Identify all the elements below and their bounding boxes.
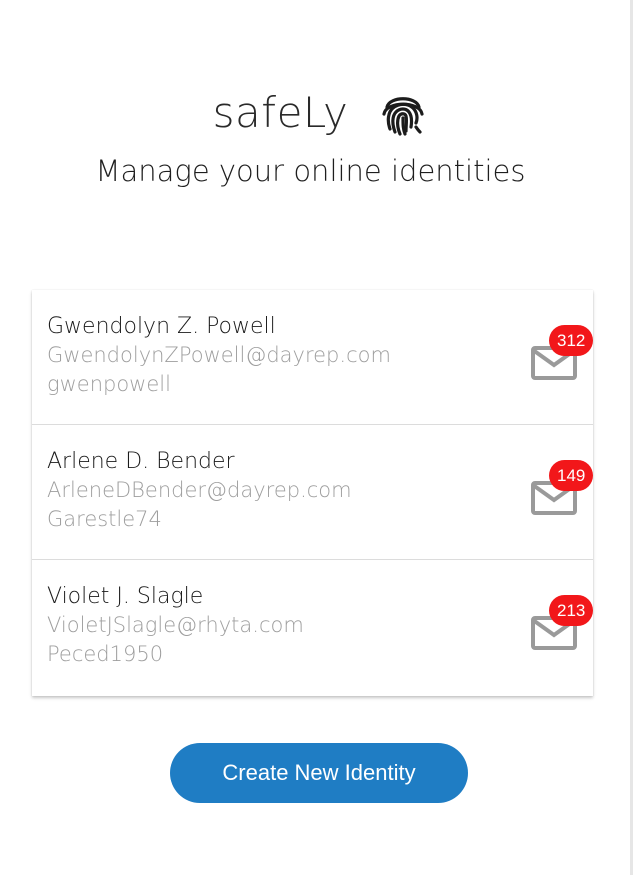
unread-count-badge: 213 <box>549 595 594 626</box>
identity-username: Peced1950 <box>47 642 164 666</box>
identity-name: Arlene D. Bender <box>47 449 235 474</box>
identity-name: Gwendolyn Z. Powell <box>47 314 276 339</box>
mail-button[interactable]: 149 <box>531 460 594 515</box>
identity-email: VioletJSlagle@rhyta.com <box>47 613 304 637</box>
unread-count-badge: 149 <box>549 460 594 491</box>
identity-list: Gwendolyn Z. Powell GwendolynZPowell@day… <box>32 290 594 696</box>
fingerprint-icon <box>378 87 428 137</box>
identity-email: ArleneDBender@dayrep.com <box>47 478 352 502</box>
identity-card-arlene[interactable]: Arlene D. Bender ArleneDBender@dayrep.co… <box>32 425 594 560</box>
unread-count-badge: 312 <box>549 325 594 356</box>
mail-button[interactable]: 312 <box>531 325 594 380</box>
identity-card-violet[interactable]: Violet J. Slagle VioletJSlagle@rhyta.com… <box>32 560 594 696</box>
identity-name: Violet J. Slagle <box>47 584 204 609</box>
identity-username: gwenpowell <box>47 372 171 396</box>
app-name: safeLy <box>212 87 349 137</box>
app-page: safeLy Manage your online identities Gwe… <box>0 0 633 875</box>
mail-button[interactable]: 213 <box>531 595 594 650</box>
identity-username: Garestle74 <box>47 507 162 531</box>
identity-card-gwendolyn[interactable]: Gwendolyn Z. Powell GwendolynZPowell@day… <box>32 290 594 425</box>
identity-email: GwendolynZPowell@dayrep.com <box>47 343 391 367</box>
app-header: safeLy <box>0 82 633 142</box>
page-tagline: Manage your online identities <box>95 154 526 188</box>
create-identity-button[interactable]: Create New Identity <box>170 743 468 803</box>
